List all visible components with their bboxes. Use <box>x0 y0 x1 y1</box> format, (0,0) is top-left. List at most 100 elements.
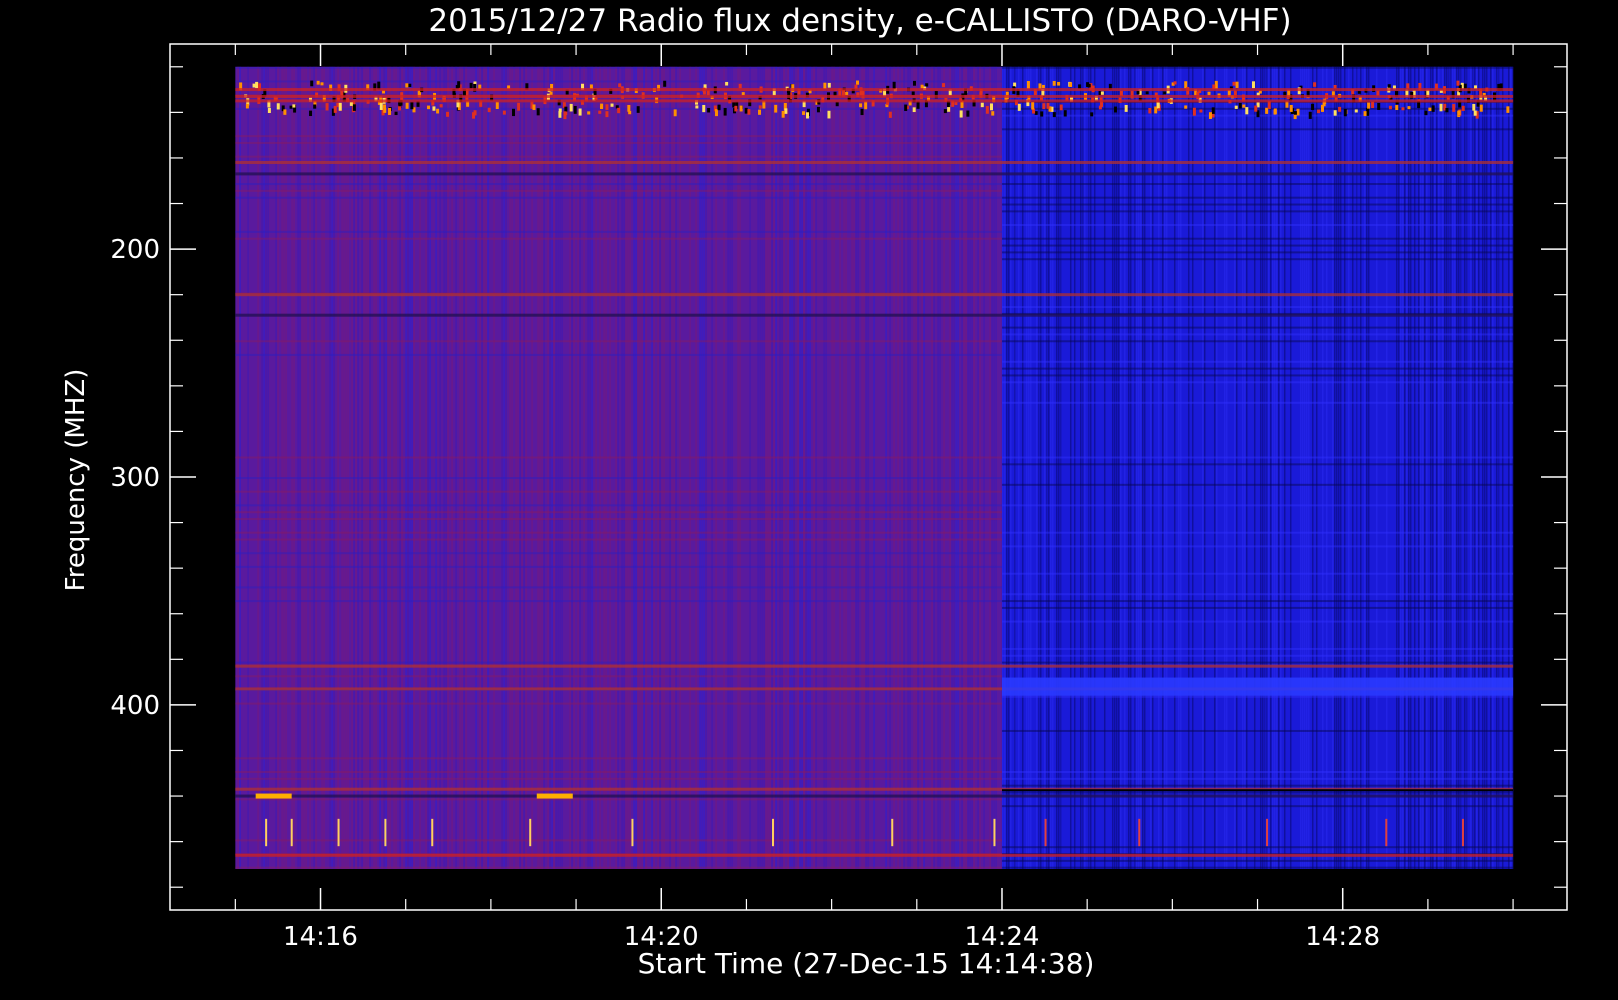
spectrogram-streak <box>1177 66 1180 869</box>
interference-speckle <box>920 84 924 89</box>
spectrogram-streak <box>479 66 481 869</box>
spectrogram-streak <box>957 66 959 869</box>
frequency-band <box>235 313 1514 317</box>
spectrogram-streak <box>401 66 403 869</box>
spectrogram-streak <box>1403 66 1406 869</box>
interference-speckle <box>1472 103 1476 111</box>
spectrogram-streak <box>797 66 799 869</box>
spectrogram-streak <box>299 66 301 869</box>
spectrogram-streak <box>355 66 357 869</box>
interference-speckle <box>1052 112 1056 118</box>
interference-speckle <box>439 104 443 108</box>
frequency-band <box>235 88 1514 92</box>
burst-mark <box>265 818 268 847</box>
spectrogram-row <box>235 155 1002 158</box>
heatmap-layer <box>235 66 1514 869</box>
spectrogram-streak <box>475 66 477 869</box>
interference-speckle <box>1296 108 1300 116</box>
interference-speckle <box>618 83 622 88</box>
spectrogram-streak <box>1443 66 1446 869</box>
interference-speckle <box>781 110 785 118</box>
spectrogram-streak <box>1225 66 1228 869</box>
spectrogram-streak <box>813 66 815 869</box>
spectrogram-streak <box>367 66 369 869</box>
spectrogram-row <box>1001 504 1514 507</box>
spectrogram-streak <box>1261 66 1264 869</box>
spectrogram-streak <box>773 66 775 869</box>
spectrogram-row <box>235 839 1002 842</box>
interference-speckle <box>405 83 409 88</box>
spectrogram-streak <box>1321 66 1324 869</box>
interference-speckle <box>784 108 788 114</box>
interference-speckle <box>1308 111 1312 119</box>
spectrogram-streak <box>591 66 593 869</box>
spectrogram-streak <box>345 66 347 869</box>
spectrogram-streak <box>247 66 249 869</box>
spectrogram-streak <box>519 66 521 869</box>
spectrogram-streak <box>399 66 401 869</box>
burst-mark <box>993 818 996 847</box>
interference-speckle <box>991 111 995 116</box>
interference-speckle <box>806 112 810 119</box>
spectrogram-streak <box>1179 66 1182 869</box>
interference-speckle <box>1254 105 1258 112</box>
spectrogram-streak <box>293 66 295 869</box>
interference-speckle <box>827 110 831 119</box>
spectrogram-streak <box>843 66 845 869</box>
spectrogram-streak <box>643 66 645 869</box>
spectrogram-streak <box>1325 66 1328 869</box>
interference-speckle <box>549 91 553 95</box>
spectrogram-row <box>1001 483 1514 486</box>
interference-speckle <box>1156 102 1160 109</box>
spectrogram-streak <box>699 66 701 869</box>
spectrogram-streak <box>1265 66 1268 869</box>
spectrogram-streak <box>559 66 561 869</box>
spectrogram-streak <box>1453 66 1456 869</box>
spectrogram-row <box>1001 381 1514 384</box>
interference-speckle <box>912 107 916 113</box>
spectrogram-streak <box>1447 66 1450 869</box>
interference-speckle <box>469 82 473 89</box>
spectrogram-row <box>1001 107 1514 110</box>
spectrogram-row <box>235 456 1002 459</box>
spectrogram-streak <box>775 66 777 869</box>
spectrogram-streak <box>965 66 967 869</box>
spectrogram-streak <box>463 66 465 869</box>
spectrogram-streak <box>1463 66 1466 869</box>
interference-speckle <box>845 91 849 96</box>
interference-speckle <box>980 102 984 108</box>
spectrogram-row <box>1001 183 1514 186</box>
spectrogram-streak <box>1273 66 1276 869</box>
spectrogram-streak <box>1055 66 1058 869</box>
spectrogram-streak <box>425 66 427 869</box>
spectrogram-streak <box>375 66 377 869</box>
spectrogram-streak <box>1151 66 1154 869</box>
frequency-band <box>235 664 1514 668</box>
spectrogram-streak <box>549 66 551 869</box>
interference-speckle <box>1031 101 1035 110</box>
spectrogram-row <box>1001 572 1514 575</box>
spectrogram-row <box>1001 593 1514 596</box>
spectrogram-row <box>1001 374 1514 377</box>
spectrogram-streak <box>363 66 365 869</box>
spectrogram-streak <box>445 66 447 869</box>
spectrogram-streak <box>1021 66 1024 869</box>
spectrogram-streak <box>483 66 485 869</box>
spectrogram-streak <box>303 66 305 869</box>
spectrogram-streak <box>1431 66 1434 869</box>
interference-speckle <box>1457 110 1461 116</box>
interference-speckle <box>1338 106 1342 112</box>
spectrogram-streak <box>1005 66 1008 869</box>
interference-speckle <box>587 111 591 115</box>
interference-speckle <box>1367 102 1371 109</box>
spectrogram-streak <box>297 66 299 869</box>
interference-speckle <box>1388 105 1392 110</box>
spectrogram-streak <box>1103 66 1106 869</box>
spectrogram-streak <box>333 66 335 869</box>
spectrogram-streak <box>825 66 827 869</box>
spectrogram-row <box>235 230 1002 233</box>
spectrogram-streak <box>1215 66 1218 869</box>
spectrogram-streak <box>971 66 973 869</box>
spectrogram-streak <box>1259 66 1262 869</box>
interference-speckle <box>747 109 751 115</box>
